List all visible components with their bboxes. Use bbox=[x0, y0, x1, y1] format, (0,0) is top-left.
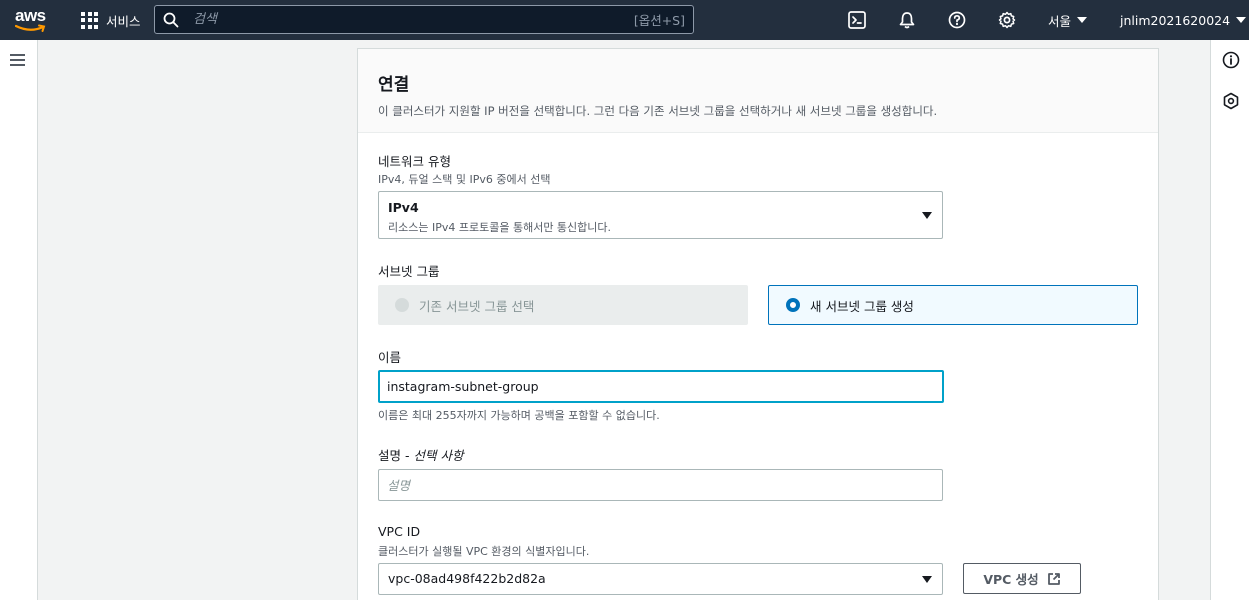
help-button[interactable] bbox=[947, 10, 967, 30]
caret-down-icon bbox=[1236, 17, 1247, 23]
left-side-rail bbox=[0, 40, 38, 600]
subnet-group-label: 서브넷 그룹 bbox=[378, 264, 440, 279]
subnet-group-name-input[interactable] bbox=[378, 370, 944, 403]
global-search-box[interactable]: [옵션+S] bbox=[154, 5, 694, 34]
caret-down-icon bbox=[922, 576, 932, 583]
optional-indicator: 선택 사항 bbox=[413, 448, 464, 463]
gear-icon bbox=[998, 11, 1016, 29]
search-shortcut-hint: [옵션+S] bbox=[633, 13, 685, 28]
account-label: jnlim2021620024 bbox=[1120, 12, 1231, 28]
vpc-id-label: VPC ID bbox=[378, 524, 421, 539]
region-selector[interactable]: 서울 bbox=[1048, 0, 1088, 40]
create-vpc-button[interactable]: VPC 생성 bbox=[963, 563, 1081, 594]
network-type-label: 네트워크 유형 bbox=[378, 154, 451, 169]
services-menu-button[interactable]: 서비스 bbox=[81, 0, 141, 40]
create-vpc-label: VPC 생성 bbox=[983, 572, 1039, 587]
network-type-selected-value: IPv4 bbox=[388, 200, 419, 215]
hexagon-settings-icon[interactable] bbox=[1222, 92, 1240, 110]
terminal-icon bbox=[848, 11, 866, 29]
network-type-selected-description: 리소스는 IPv4 프로토콜을 통해서만 통신합니다. bbox=[388, 221, 612, 234]
search-input[interactable] bbox=[179, 12, 634, 27]
vpc-id-select[interactable]: vpc-08ad498f422b2d82a bbox=[378, 563, 943, 595]
aws-logo[interactable]: aws bbox=[15, 7, 49, 33]
caret-down-icon bbox=[922, 212, 932, 219]
account-menu[interactable]: jnlim2021620024 bbox=[1120, 0, 1247, 40]
name-constraint-text: 이름은 최대 255자까지 가능하며 공백을 포함할 수 없습니다. bbox=[378, 409, 660, 422]
section-header: 연결 이 클러스터가 지원할 IP 버전을 선택합니다. 그런 다음 기존 서브… bbox=[358, 49, 1158, 133]
help-circle-icon bbox=[948, 11, 966, 29]
vpc-id-selected-value: vpc-08ad498f422b2d82a bbox=[388, 571, 546, 586]
right-side-rail bbox=[1210, 40, 1249, 600]
section-title: 연결 bbox=[378, 75, 410, 95]
network-type-select[interactable]: IPv4 리소스는 IPv4 프로토콜을 통해서만 통신합니다. bbox=[378, 191, 943, 239]
description-input[interactable] bbox=[378, 469, 943, 501]
new-subnet-group-label: 새 서브넷 그룹 생성 bbox=[810, 298, 914, 314]
cloudshell-button[interactable] bbox=[847, 10, 867, 30]
region-label: 서울 bbox=[1048, 13, 1072, 29]
radio-button-disabled bbox=[395, 298, 409, 312]
radio-button-selected bbox=[786, 298, 800, 312]
network-type-description: IPv4, 듀얼 스택 및 IPv6 중에서 선택 bbox=[378, 173, 551, 186]
vpc-id-description: 클러스터가 실행될 VPC 환경의 식별자입니다. bbox=[378, 545, 590, 558]
bell-icon bbox=[899, 12, 915, 29]
aws-logo-text: aws bbox=[15, 6, 46, 25]
services-grid-icon bbox=[81, 11, 98, 29]
name-label: 이름 bbox=[378, 350, 402, 365]
caret-down-icon bbox=[1077, 17, 1088, 23]
services-label: 서비스 bbox=[106, 13, 141, 29]
new-subnet-group-option[interactable]: 새 서브넷 그룹 생성 bbox=[768, 285, 1138, 325]
external-link-icon bbox=[1047, 572, 1060, 585]
settings-button[interactable] bbox=[997, 10, 1017, 30]
info-icon[interactable] bbox=[1222, 51, 1240, 69]
section-description: 이 클러스터가 지원할 IP 버전을 선택합니다. 그런 다음 기존 서브넷 그… bbox=[378, 104, 938, 118]
existing-subnet-group-label: 기존 서브넷 그룹 선택 bbox=[419, 298, 535, 314]
menu-toggle-button[interactable] bbox=[10, 54, 26, 66]
description-label-text: 설명 - bbox=[378, 448, 414, 463]
existing-subnet-group-option[interactable]: 기존 서브넷 그룹 선택 bbox=[378, 285, 748, 325]
top-navigation-bar: aws 서비스 [옵션+S] bbox=[0, 0, 1249, 40]
notifications-button[interactable] bbox=[897, 10, 917, 30]
connectivity-section-panel: 연결 이 클러스터가 지원할 IP 버전을 선택합니다. 그런 다음 기존 서브… bbox=[357, 48, 1159, 600]
description-label: 설명 - 선택 사항 bbox=[378, 445, 463, 464]
aws-smile-icon bbox=[15, 24, 46, 32]
search-icon bbox=[163, 12, 179, 27]
